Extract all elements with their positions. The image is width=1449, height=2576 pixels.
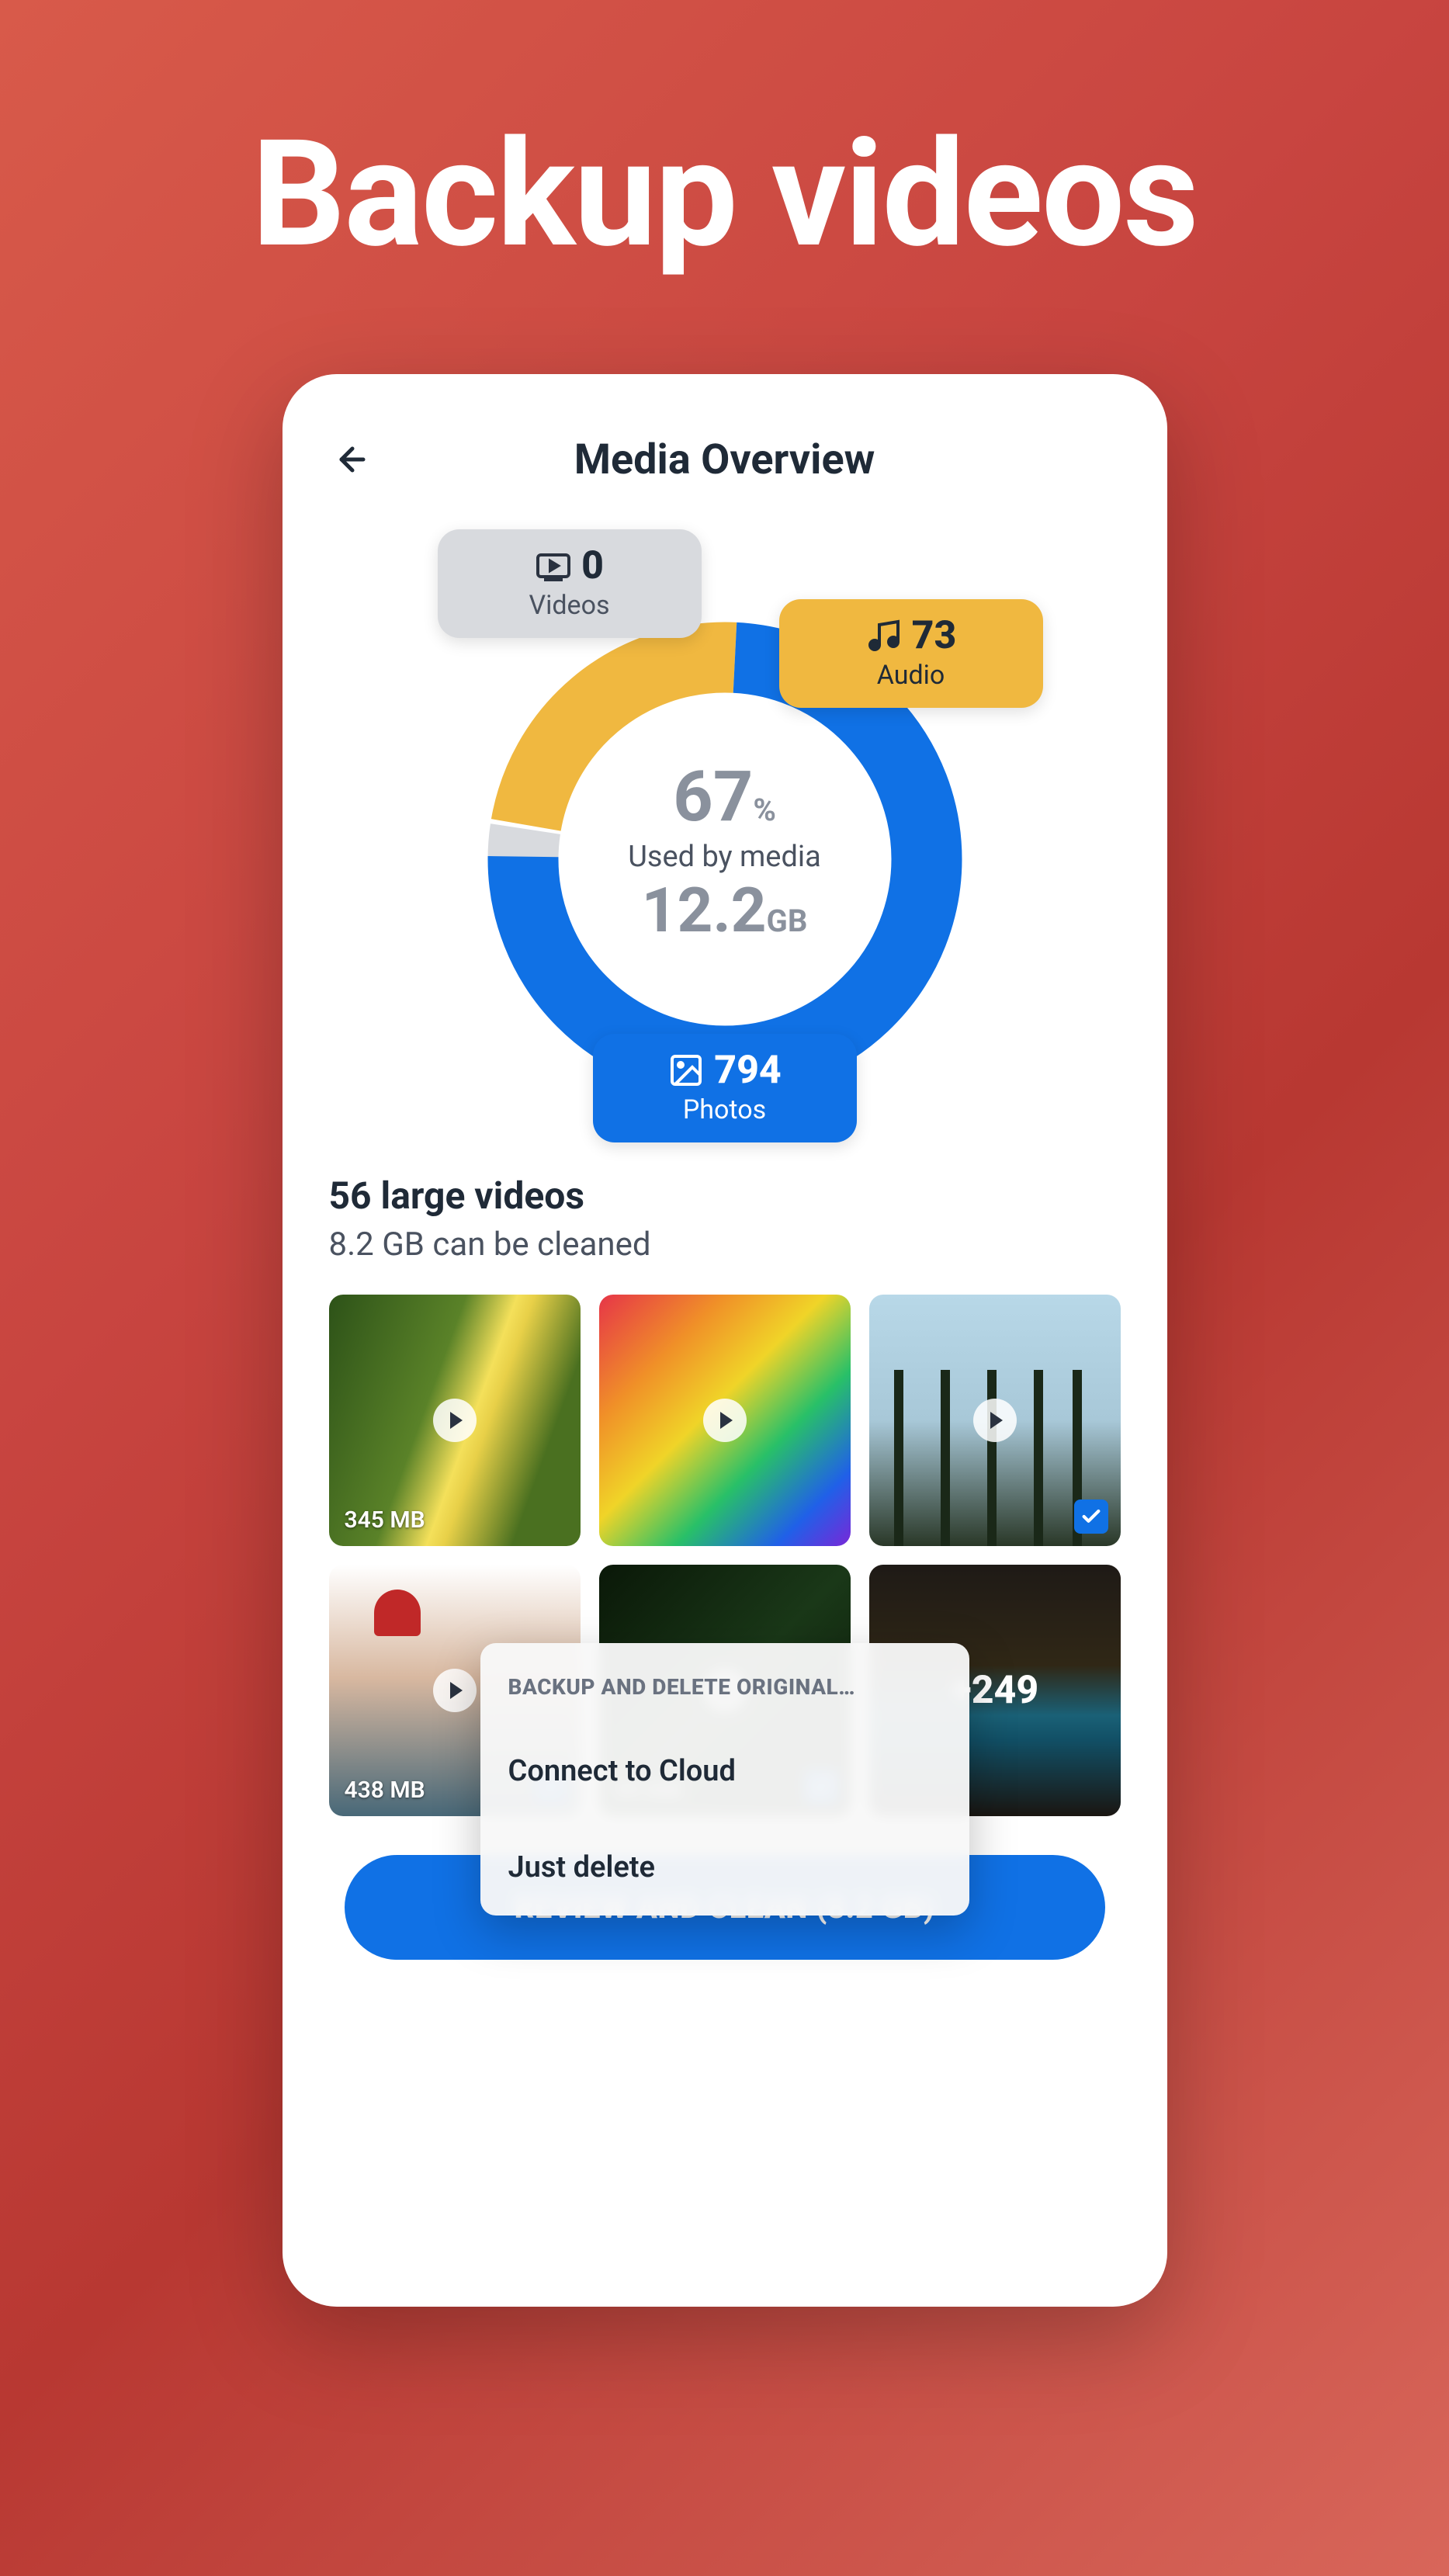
page-title: Media Overview xyxy=(574,435,875,484)
thumb-size-label: 345 MB xyxy=(345,1506,425,1534)
play-icon xyxy=(433,1399,477,1442)
promo-headline: Backup videos xyxy=(251,109,1198,281)
chart-percent-value: 67 xyxy=(673,756,753,837)
play-icon xyxy=(703,1399,747,1442)
video-icon xyxy=(535,547,572,584)
badge-photos-count: 794 xyxy=(714,1051,782,1090)
badge-videos-label: Videos xyxy=(529,590,609,621)
popup-just-delete[interactable]: Just delete xyxy=(480,1819,969,1916)
chart-size-unit: GB xyxy=(767,903,808,939)
phone-frame: Media Overview 67% Used by media 12.2GB xyxy=(283,374,1167,2307)
media-donut-chart: 67% Used by media 12.2GB 0 Videos xyxy=(445,529,1004,1096)
image-icon xyxy=(667,1052,705,1089)
badge-photos[interactable]: 794 Photos xyxy=(593,1034,857,1142)
music-icon xyxy=(865,617,903,654)
play-icon xyxy=(973,1399,1017,1442)
badge-audio-count: 73 xyxy=(912,616,957,655)
video-thumb[interactable]: 345 MB xyxy=(329,1295,581,1546)
badge-videos[interactable]: 0 Videos xyxy=(438,529,702,638)
arrow-left-icon xyxy=(334,441,371,478)
badge-audio[interactable]: 73 Audio xyxy=(779,599,1043,708)
popup-header: BACKUP AND DELETE ORIGINAL… xyxy=(480,1643,969,1723)
app-header: Media Overview xyxy=(314,421,1136,498)
chart-size-value: 12.2 xyxy=(642,874,767,947)
backup-action-popup: BACKUP AND DELETE ORIGINAL… Connect to C… xyxy=(480,1643,969,1916)
video-thumb[interactable] xyxy=(599,1295,851,1546)
section-title: 56 large videos xyxy=(329,1174,1121,1218)
thumb-checkbox[interactable] xyxy=(1074,1499,1108,1534)
thumb-size-label: 438 MB xyxy=(345,1777,425,1804)
play-icon xyxy=(433,1669,477,1712)
popup-connect-cloud[interactable]: Connect to Cloud xyxy=(480,1723,969,1819)
badge-photos-label: Photos xyxy=(683,1094,766,1125)
chart-subtitle: Used by media xyxy=(570,840,880,874)
back-button[interactable] xyxy=(329,436,376,483)
badge-audio-label: Audio xyxy=(877,660,945,691)
chart-percent-sign: % xyxy=(753,792,776,828)
section-subtitle: 8.2 GB can be cleaned xyxy=(329,1226,1121,1264)
badge-videos-count: 0 xyxy=(581,546,604,585)
video-thumb[interactable] xyxy=(869,1295,1121,1546)
chart-center-stats: 67% Used by media 12.2GB xyxy=(570,762,880,947)
check-icon xyxy=(1080,1506,1102,1527)
